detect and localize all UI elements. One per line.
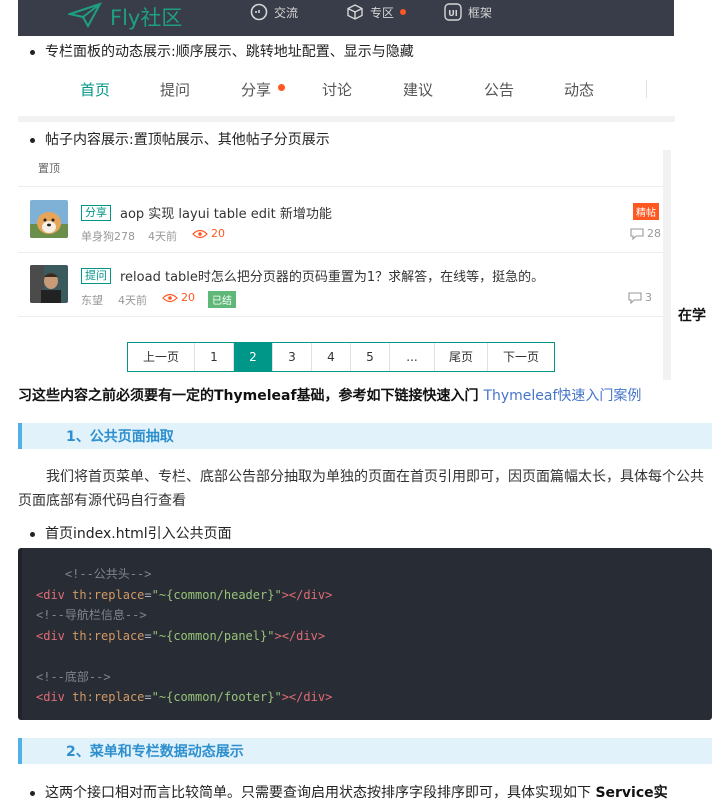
ui-icon: UI [444, 3, 462, 21]
pager-page[interactable]: 1 [194, 343, 233, 371]
featured-badge: 精帖 [633, 203, 659, 220]
pager-prev[interactable]: 上一页 [128, 343, 194, 371]
pager-page[interactable]: 3 [272, 343, 311, 371]
comment-count: 28 [647, 227, 661, 240]
section-heading: 1、公共页面抽取 [18, 423, 712, 449]
nav-item-framework[interactable]: UI 框架 [444, 0, 492, 24]
tab-home[interactable]: 首页 [80, 79, 110, 100]
tab-notice[interactable]: 公告 [484, 79, 514, 100]
bullet-text: 这两个接口相对而言比较简单。只需要查询启用状态按排序字段排序即可，具体实现如下 [45, 785, 596, 801]
bullet-text-bold: Service实 [595, 785, 668, 801]
bullet-text: 专栏面板的动态展示:顺序展示、跳转地址配置、显示与隐藏 [45, 44, 414, 60]
section-heading: 2、菜单和专栏数据动态展示 [18, 738, 712, 764]
section-paragraph: 我们将首页菜单、专栏、底部公告部分抽取为单独的页面在首页引用即可，因页面篇幅太长… [18, 469, 704, 509]
eye-icon [162, 293, 178, 302]
code-content: <!--公共头--> <div th:replace="~{common/hea… [36, 567, 333, 704]
divider [18, 252, 663, 253]
new-dot [278, 84, 285, 91]
code-block: <!--公共头--> <div th:replace="~{common/hea… [18, 548, 712, 720]
paper-plane-icon [68, 2, 102, 28]
tab-suggest[interactable]: 建议 [403, 79, 433, 100]
bullet-text: 首页index.html引入公共页面 [45, 526, 232, 542]
post-author[interactable]: 单身狗278 [81, 228, 135, 244]
tab-divider [646, 80, 647, 98]
section-heading-text: 1、公共页面抽取 [66, 429, 174, 445]
post-title[interactable]: aop 实现 layui table edit 新增功能 [120, 203, 332, 222]
pinned-label: 置顶 [38, 162, 60, 175]
svg-text:UI: UI [448, 9, 457, 18]
post-views: 20 [162, 291, 195, 304]
bullet-item: 这两个接口相对而言比较简单。只需要查询启用状态按排序字段排序即可，具体实现如下 … [30, 782, 668, 802]
nav-item-exchange[interactable]: 交流 [250, 0, 298, 24]
intro-line: 习这些内容之前必须要有一定的Thymeleaf基础，参考如下链接快速入门 Thy… [18, 385, 641, 405]
pager-ellipsis: ... [389, 343, 434, 371]
post-title[interactable]: reload table时怎么把分页器的页码重置为1？求解答，在线等，挺急的。 [120, 266, 544, 285]
bullet-text: 帖子内容展示:置顶帖展示、其他帖子分页展示 [45, 132, 330, 148]
intro-text: 在学 [678, 308, 706, 324]
comment-count: 3 [645, 291, 652, 304]
solved-badge: 已结 [208, 291, 236, 308]
view-count: 20 [211, 227, 225, 240]
tab-activity[interactable]: 动态 [564, 79, 594, 100]
bullet-item: 帖子内容展示:置顶帖展示、其他帖子分页展示 [30, 129, 330, 149]
comment-icon [630, 227, 644, 240]
comment-icon [628, 291, 642, 304]
tab-ask[interactable]: 提问 [160, 79, 190, 100]
pager-page-current[interactable]: 2 [233, 343, 272, 371]
post-tag[interactable]: 提问 [81, 268, 111, 284]
post-comments: 3 [628, 291, 652, 304]
pager-page[interactable]: 5 [350, 343, 389, 371]
brand-logo[interactable]: Fly社区 [110, 2, 182, 32]
avatar[interactable] [30, 265, 68, 303]
chat-icon [250, 3, 268, 21]
post-views: 20 [192, 227, 225, 240]
intro-text: 习这些内容之前必须要有一定的Thymeleaf基础，参考如下链接快速入门 [18, 388, 484, 404]
nav-item-zone[interactable]: 专区 [346, 0, 407, 24]
pager-last[interactable]: 尾页 [434, 343, 487, 371]
post-time: 4天前 [148, 230, 177, 243]
post-time: 4天前 [118, 294, 147, 307]
post-author[interactable]: 东望 [81, 292, 103, 308]
tab-share[interactable]: 分享 [241, 79, 271, 100]
divider [18, 186, 663, 187]
bullet-item: 首页index.html引入公共页面 [30, 523, 232, 543]
pager-page[interactable]: 4 [311, 343, 350, 371]
post-comments: 28 [630, 227, 661, 240]
view-count: 20 [181, 291, 195, 304]
thymeleaf-link[interactable]: Thymeleaf快速入门案例 [483, 388, 641, 404]
post-tag[interactable]: 分享 [81, 205, 111, 221]
new-dot [400, 9, 407, 15]
eye-icon [192, 229, 208, 238]
nav-label: 专区 [370, 5, 395, 20]
pagination: 上一页 1 2 3 4 5 ... 尾页 下一页 [127, 342, 555, 372]
nav-label: 框架 [468, 5, 493, 20]
section-heading-text: 2、菜单和专栏数据动态展示 [66, 744, 244, 760]
avatar[interactable] [30, 200, 68, 238]
nav-label: 交流 [274, 5, 299, 20]
divider [18, 316, 663, 317]
cube-icon [347, 4, 363, 20]
pager-next[interactable]: 下一页 [487, 343, 554, 371]
bullet-item: 专栏面板的动态展示:顺序展示、跳转地址配置、显示与隐藏 [30, 41, 414, 61]
tab-discuss[interactable]: 讨论 [322, 79, 352, 100]
